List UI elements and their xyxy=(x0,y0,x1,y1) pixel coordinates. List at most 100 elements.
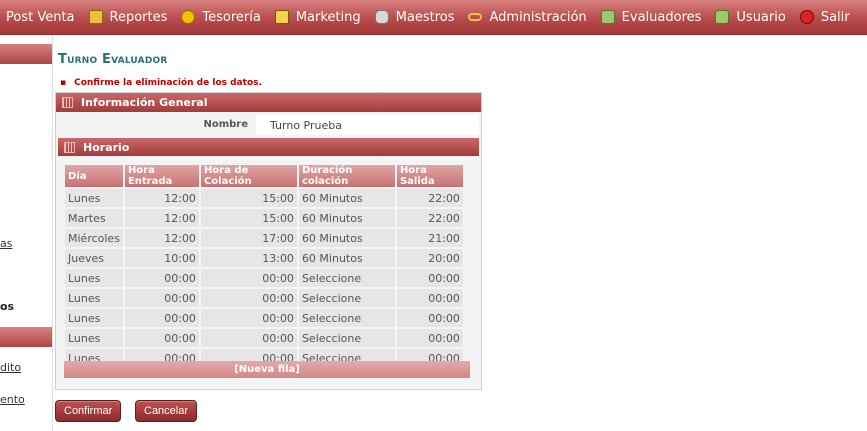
cell-exit[interactable]: 00:00 xyxy=(396,309,463,327)
schedule-panel: Horario xyxy=(58,138,479,156)
cell-lunch[interactable]: 15:00 xyxy=(200,209,297,227)
cell-exit[interactable]: 00:00 xyxy=(396,269,463,287)
cell-day[interactable]: Lunes xyxy=(65,189,123,207)
cell-exit[interactable]: 20:00 xyxy=(396,249,463,267)
menu-administracion[interactable]: Administración xyxy=(468,10,587,25)
cell-lunch-duration[interactable]: Seleccione xyxy=(298,309,395,327)
exit-icon xyxy=(799,10,814,24)
menu-label: Tesorería xyxy=(202,9,261,25)
page-title: Turno Evaluador xyxy=(58,52,168,67)
schedule-header: Horario xyxy=(58,138,479,156)
cell-lunch-duration[interactable]: Seleccione xyxy=(298,289,395,307)
cell-lunch-duration[interactable]: Seleccione xyxy=(298,269,395,287)
col-header-lunch-duration: Duración colación xyxy=(298,165,395,187)
col-header-entry: Hora Entrada xyxy=(124,165,199,187)
cell-day[interactable]: Lunes xyxy=(65,329,123,347)
menu-label: Maestros xyxy=(395,9,455,25)
cell-day[interactable]: Lunes xyxy=(65,309,123,327)
name-label: Nombre xyxy=(58,115,256,135)
cell-entry[interactable]: 12:00 xyxy=(124,209,199,227)
table-row[interactable]: Miércoles 12:00 17:00 60 Minutos 21:00 xyxy=(65,229,463,247)
cell-lunch-duration[interactable]: 60 Minutos xyxy=(298,209,395,227)
table-row[interactable]: Lunes 00:00 00:00 Seleccione 00:00 xyxy=(65,329,463,347)
cell-day[interactable]: Lunes xyxy=(65,289,123,307)
key-icon xyxy=(468,13,483,21)
top-menu-bar: Post Venta Reportes Tesorería Marketing … xyxy=(0,0,867,35)
cell-day[interactable]: Lunes xyxy=(65,269,123,287)
cell-lunch[interactable]: 00:00 xyxy=(200,309,297,327)
cell-lunch[interactable]: 13:00 xyxy=(200,249,297,267)
table-row[interactable]: Jueves 10:00 13:00 60 Minutos 20:00 xyxy=(65,249,463,267)
col-header-lunch: Hora de Colación xyxy=(200,165,297,187)
table-row[interactable]: Lunes 00:00 00:00 Seleccione 00:00 xyxy=(65,309,463,327)
cell-entry[interactable]: 00:00 xyxy=(124,289,199,307)
menu-tesoreria[interactable]: Tesorería xyxy=(181,9,261,25)
bullet-icon: ▪ xyxy=(60,78,67,88)
cell-lunch-duration[interactable]: 60 Minutos xyxy=(298,189,395,207)
general-info-panel: Información General Nombre Turno Prueba … xyxy=(55,92,482,390)
name-value: Turno Prueba xyxy=(270,118,342,132)
menu-label: Usuario xyxy=(736,9,786,25)
cell-lunch-duration[interactable]: 60 Minutos xyxy=(298,229,395,247)
grip-icon xyxy=(64,141,75,153)
cell-lunch-duration[interactable]: 60 Minutos xyxy=(298,249,395,267)
cancel-button[interactable]: Cancelar xyxy=(135,400,198,422)
menu-marketing[interactable]: Marketing xyxy=(274,9,361,25)
general-info-header: Información General xyxy=(56,93,481,112)
menu-label: Post Venta xyxy=(6,9,75,25)
cell-lunch[interactable]: 00:00 xyxy=(200,289,297,307)
cell-exit[interactable]: 22:00 xyxy=(396,209,463,227)
cell-lunch[interactable]: 15:00 xyxy=(200,189,297,207)
table-row[interactable]: Martes 12:00 15:00 60 Minutos 22:00 xyxy=(65,209,463,227)
table-row[interactable]: Lunes 00:00 00:00 Seleccione 00:00 xyxy=(65,289,463,307)
folder-icon xyxy=(88,10,103,24)
cell-day[interactable]: Jueves xyxy=(65,249,123,267)
cell-lunch[interactable]: 17:00 xyxy=(200,229,297,247)
cell-day[interactable]: Martes xyxy=(65,209,123,227)
cell-exit[interactable]: 22:00 xyxy=(396,189,463,207)
sidebar-link[interactable]: as xyxy=(0,237,12,250)
sidebar-link[interactable]: dito xyxy=(0,361,21,374)
cell-entry[interactable]: 00:00 xyxy=(124,309,199,327)
col-header-day: Día xyxy=(65,165,123,187)
sidebar-section-header xyxy=(0,44,52,64)
cell-lunch-duration[interactable]: Seleccione xyxy=(298,329,395,347)
cell-entry[interactable]: 10:00 xyxy=(124,249,199,267)
monitor-icon xyxy=(274,10,289,24)
cell-exit[interactable]: 21:00 xyxy=(396,229,463,247)
cell-exit[interactable]: 00:00 xyxy=(396,289,463,307)
menu-usuario[interactable]: Usuario xyxy=(715,9,786,25)
sidebar: as os dito ento xyxy=(0,35,53,431)
message-text: Confirme la eliminación de los datos. xyxy=(74,78,262,88)
database-icon xyxy=(374,10,389,24)
table-row[interactable]: Lunes 00:00 00:00 Seleccione 00:00 xyxy=(65,269,463,287)
cell-entry[interactable]: 12:00 xyxy=(124,229,199,247)
col-header-exit: Hora Salida xyxy=(396,165,463,187)
menu-maestros[interactable]: Maestros xyxy=(374,9,455,25)
user-icon xyxy=(600,10,615,24)
menu-label: Reportes xyxy=(109,9,168,25)
status-message: ▪ Confirme la eliminación de los datos. xyxy=(60,78,262,88)
cell-entry[interactable]: 12:00 xyxy=(124,189,199,207)
cell-exit[interactable]: 00:00 xyxy=(396,329,463,347)
general-info-title: Información General xyxy=(81,96,208,109)
schedule-table: Día Hora Entrada Hora de Colación Duraci… xyxy=(63,163,465,369)
menu-label: Marketing xyxy=(295,9,361,25)
table-header-row: Día Hora Entrada Hora de Colación Duraci… xyxy=(65,165,463,187)
cell-lunch[interactable]: 00:00 xyxy=(200,269,297,287)
cell-entry[interactable]: 00:00 xyxy=(124,329,199,347)
menu-evaluadores[interactable]: Evaluadores xyxy=(600,10,701,25)
menu-reportes[interactable]: Reportes xyxy=(88,9,168,25)
grip-icon xyxy=(62,97,73,108)
sidebar-link[interactable]: ento xyxy=(0,393,25,406)
user-icon xyxy=(715,10,730,24)
table-row[interactable]: Lunes 12:00 15:00 60 Minutos 22:00 xyxy=(65,189,463,207)
cell-day[interactable]: Miércoles xyxy=(65,229,123,247)
confirm-button[interactable]: Confirmar xyxy=(55,400,122,422)
menu-salir[interactable]: Salir xyxy=(799,10,850,25)
cell-entry[interactable]: 00:00 xyxy=(124,269,199,287)
name-row: Nombre Turno Prueba xyxy=(58,115,479,135)
add-row-button[interactable]: [Nueva fila] xyxy=(64,361,470,378)
cell-lunch[interactable]: 00:00 xyxy=(200,329,297,347)
menu-post-venta[interactable]: Post Venta xyxy=(6,10,75,25)
